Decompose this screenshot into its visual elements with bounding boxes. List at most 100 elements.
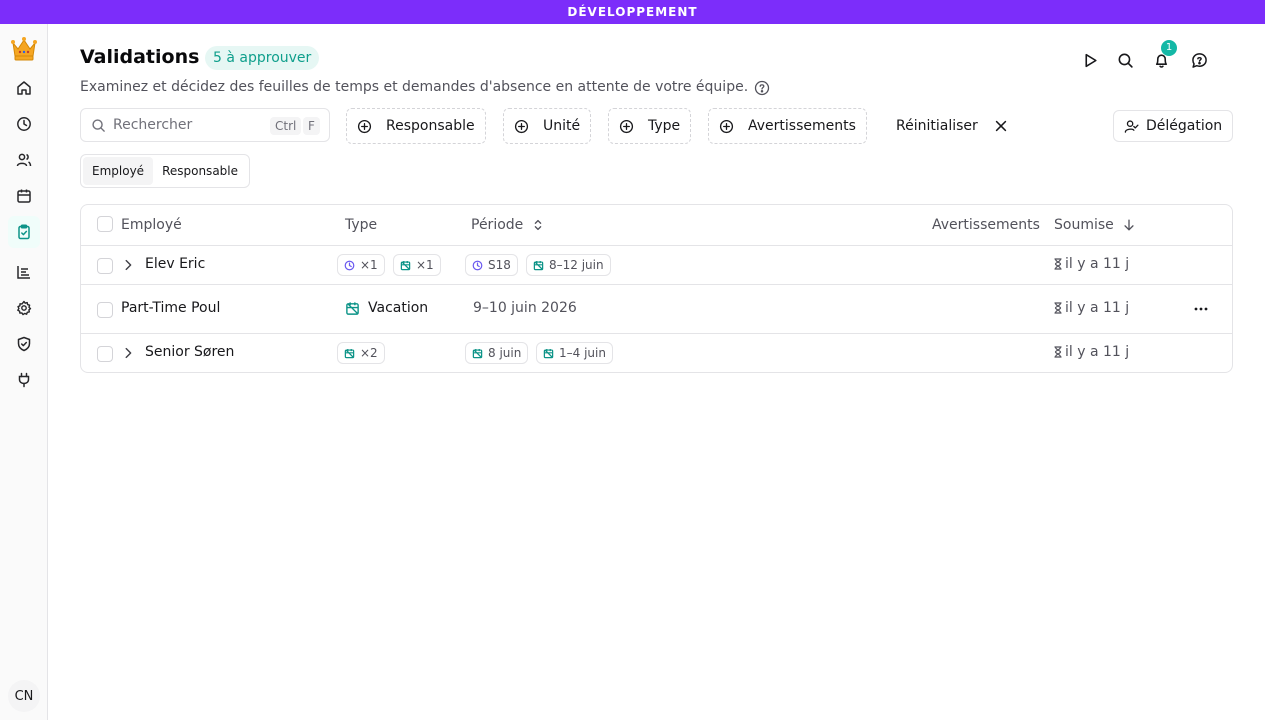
main-content: Validations 5 à approuver Examinez et dé… [48, 24, 1265, 720]
toggle-employee[interactable]: Employé [83, 157, 154, 185]
column-submitted[interactable]: Soumise [1054, 217, 1136, 233]
reset-filters-label: Réinitialiser [896, 118, 978, 134]
chevron-right-icon[interactable] [121, 258, 135, 272]
column-type[interactable]: Type [345, 217, 377, 233]
users-icon [16, 153, 32, 167]
close-icon [995, 120, 1006, 132]
arrow-down-icon [1124, 219, 1134, 231]
search-input[interactable] [113, 117, 263, 133]
clock-icon [344, 260, 355, 270]
submitted-time: il y a 11 j [1053, 256, 1129, 272]
plus-circle-icon [514, 119, 529, 133]
filter-unit-label: Unité [543, 118, 581, 134]
chevron-right-icon[interactable] [121, 346, 135, 360]
play-icon [1084, 53, 1097, 67]
plug-icon [18, 372, 30, 388]
submitted-time: il y a 11 j [1053, 300, 1129, 316]
calendar-off-icon [472, 348, 483, 358]
environment-banner: DÉVELOPPEMENT [0, 0, 1265, 24]
filter-unit-button[interactable]: Unité [503, 108, 592, 144]
nav-time[interactable] [8, 108, 40, 140]
timesheet-count-chip: ×1 [337, 254, 385, 276]
nav-team[interactable] [8, 144, 40, 176]
filter-type-label: Type [648, 118, 681, 134]
clipboard-check-icon [18, 224, 30, 240]
validations-table: Employé Type Période Avertissements Soum… [80, 204, 1233, 373]
search-box[interactable]: Ctrl F [80, 108, 330, 142]
table-row[interactable]: Senior Søren ×2 8 juin 1–4 juin il y a 1… [81, 334, 1232, 372]
user-avatar[interactable]: CN [8, 680, 40, 712]
select-all-checkbox[interactable] [97, 216, 113, 232]
help-circle-icon[interactable] [754, 80, 770, 96]
chart-icon [17, 266, 30, 279]
settings-icon [17, 300, 32, 316]
plus-circle-icon [719, 119, 734, 133]
period-dates-chip: 1–4 juin [536, 342, 613, 364]
calendar-off-icon [346, 301, 359, 315]
row-actions-button[interactable] [1189, 297, 1213, 321]
row-checkbox[interactable] [97, 302, 113, 318]
nav-settings[interactable] [8, 292, 40, 324]
employee-name: Senior Søren [145, 344, 235, 360]
table-header: Employé Type Période Avertissements Soum… [81, 205, 1232, 246]
calendar-off-icon [344, 348, 355, 358]
filter-warnings-button[interactable]: Avertissements [708, 108, 867, 144]
shield-icon [17, 336, 31, 352]
user-check-icon [1124, 119, 1139, 133]
nav-security[interactable] [8, 328, 40, 360]
calendar-off-icon [533, 260, 544, 270]
filter-responsable-button[interactable]: Responsable [346, 108, 486, 144]
column-warnings[interactable]: Avertissements [932, 217, 1040, 233]
submitted-time: il y a 11 j [1053, 344, 1129, 360]
support-chat-button[interactable] [1185, 46, 1213, 74]
clock-icon [472, 260, 483, 270]
delegation-label: Délégation [1146, 118, 1223, 134]
employee-name: Part-Time Poul [121, 300, 221, 316]
period-week-chip: S18 [465, 254, 518, 276]
period-dates-chip: 8–12 juin [526, 254, 611, 276]
nav-validations[interactable] [8, 216, 40, 248]
hourglass-icon [1054, 346, 1062, 358]
column-period[interactable]: Période [471, 217, 545, 233]
page-subtitle: Examinez et décidez des feuilles de temp… [80, 79, 749, 95]
plus-circle-icon [619, 119, 634, 133]
nav-reports[interactable] [8, 256, 40, 288]
nav-home[interactable] [8, 72, 40, 104]
page-title: Validations [80, 46, 200, 68]
filter-warnings-label: Avertissements [748, 118, 856, 134]
shortcut-f-key: F [303, 117, 320, 135]
calendar-off-icon [543, 348, 554, 358]
calendar-icon [17, 189, 31, 203]
hourglass-icon [1054, 302, 1062, 314]
message-help-icon [1191, 52, 1207, 68]
view-toggle: Employé Responsable [80, 154, 250, 188]
play-button[interactable] [1076, 46, 1104, 74]
employee-name: Elev Eric [145, 256, 206, 272]
plus-circle-icon [357, 119, 372, 133]
clock-icon [17, 117, 31, 131]
shortcut-ctrl-key: Ctrl [270, 117, 302, 135]
absence-count-chip: ×1 [393, 254, 441, 276]
sidebar: CN [0, 24, 48, 720]
sort-icon [535, 219, 542, 231]
delegation-button[interactable]: Délégation [1113, 110, 1234, 142]
absence-count-chip: ×2 [337, 342, 385, 364]
notifications-button[interactable]: 1 [1147, 40, 1177, 74]
table-row[interactable]: Elev Eric ×1 ×1 S18 8–12 juin il y a 11 … [81, 246, 1232, 285]
column-employee[interactable]: Employé [121, 217, 182, 233]
toggle-responsable[interactable]: Responsable [153, 157, 247, 185]
nav-integrations[interactable] [8, 364, 40, 396]
search-icon [92, 118, 105, 132]
global-search-button[interactable] [1111, 46, 1139, 74]
crown-logo-icon[interactable] [8, 32, 40, 64]
period-date-chip: 8 juin [465, 342, 529, 364]
filter-type-button[interactable]: Type [608, 108, 692, 144]
row-checkbox[interactable] [97, 258, 113, 274]
nav-calendar[interactable] [8, 180, 40, 212]
search-icon [1118, 53, 1133, 68]
reset-filters-button[interactable]: Réinitialiser [886, 108, 1018, 144]
home-icon [17, 81, 31, 95]
pending-count-badge: 5 à approuver [205, 46, 320, 70]
row-checkbox[interactable] [97, 346, 113, 362]
table-row[interactable]: Part-Time Poul Vacation 9–10 juin 2026 i… [81, 285, 1232, 334]
